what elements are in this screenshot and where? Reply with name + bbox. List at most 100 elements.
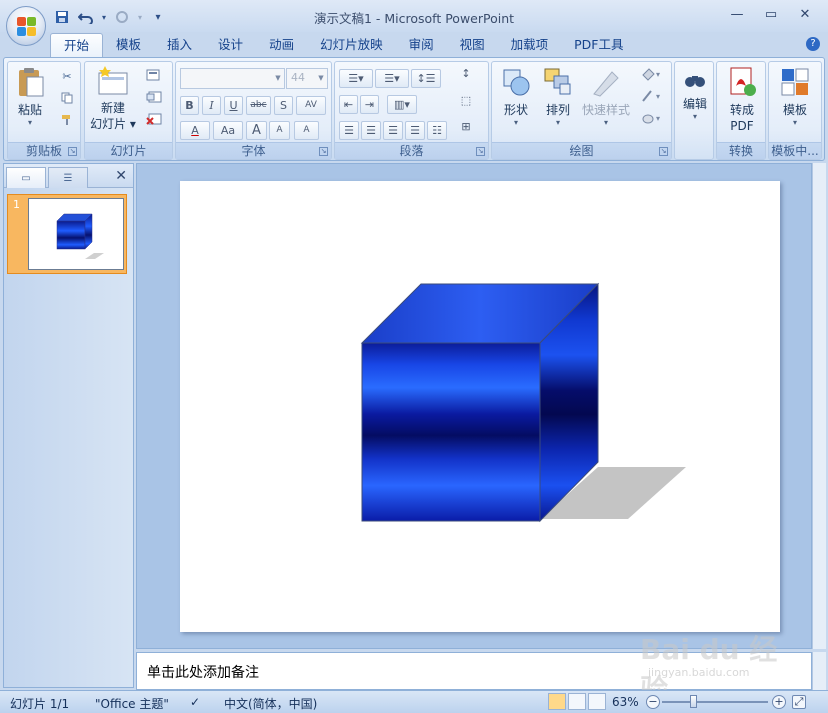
chevron-down-icon: ▼ <box>275 74 281 82</box>
zoom-level[interactable]: 63% <box>612 695 639 709</box>
dropdown-arrow-icon: ▾ <box>603 118 608 127</box>
decrease-indent-icon[interactable]: ⇤ <box>339 95 358 114</box>
group-label-convert: 转换 <box>717 142 765 159</box>
italic-button[interactable]: I <box>202 96 221 115</box>
bold-button[interactable]: B <box>180 96 199 115</box>
ribbon: 粘贴 ▾ ✂ 剪贴板 ↘ 新建 幻灯片 ▾ 幻灯片 ▼ 44 ▼ B I U a… <box>3 57 825 161</box>
smartart-icon[interactable]: ⊞ <box>455 118 477 137</box>
font-size-value: 44 <box>291 71 305 84</box>
tab-slideshow[interactable]: 幻灯片放映 <box>307 33 396 57</box>
shape-outline-icon[interactable]: ▾ <box>638 88 666 104</box>
office-button[interactable] <box>6 6 46 46</box>
format-painter-icon[interactable] <box>58 112 76 128</box>
group-label-font: 字体 <box>176 142 331 159</box>
slide-thumbnail <box>28 198 124 270</box>
ribbon-tabs: 开始 模板 插入 设计 动画 幻灯片放映 审阅 视图 加载项 PDF工具 <box>50 33 637 57</box>
shape-fill-icon[interactable]: ▾ <box>638 66 666 82</box>
increase-indent-icon[interactable]: ⇥ <box>360 95 379 114</box>
convert-pdf-button[interactable]: 转成 PDF <box>720 66 764 134</box>
line-spacing-icon[interactable]: ↕☰ <box>411 69 441 88</box>
zoom-slider-thumb[interactable] <box>690 695 698 708</box>
tab-pdf-tools[interactable]: PDF工具 <box>561 33 636 57</box>
tab-addins[interactable]: 加载项 <box>498 33 562 57</box>
shape-effects-icon[interactable]: ▾ <box>638 110 666 126</box>
dropdown-arrow-icon: ▾ <box>27 118 32 127</box>
restore-button[interactable]: ▭ <box>756 4 786 24</box>
minimize-button[interactable]: — <box>722 4 752 24</box>
zoom-out-icon[interactable]: − <box>646 695 660 709</box>
copy-icon[interactable] <box>58 90 76 106</box>
cut-icon[interactable]: ✂ <box>58 68 76 84</box>
numbering-icon[interactable]: ☰▾ <box>375 69 409 88</box>
dialog-launcher-icon[interactable]: ↘ <box>68 147 77 156</box>
tab-review[interactable]: 审阅 <box>396 33 447 57</box>
dialog-launcher-icon[interactable]: ↘ <box>476 147 485 156</box>
zoom-slider[interactable] <box>662 695 768 708</box>
distributed-icon[interactable]: ☷ <box>427 121 447 140</box>
window-title: 演示文稿1 - Microsoft PowerPoint <box>313 11 515 26</box>
paste-button[interactable]: 粘贴 ▾ <box>12 66 48 128</box>
help-icon[interactable]: ? <box>806 37 820 51</box>
quick-styles-button[interactable]: 快速样式 ▾ <box>580 66 632 128</box>
pane-tabs: ▭ ☰ ✕ <box>4 164 133 188</box>
shapes-button[interactable]: 形状 ▾ <box>496 66 536 128</box>
char-spacing-button[interactable]: AV <box>296 96 326 115</box>
clear-formatting-button[interactable]: A <box>294 121 319 140</box>
cube-shape[interactable] <box>180 181 780 632</box>
tab-insert[interactable]: 插入 <box>154 33 205 57</box>
vertical-scrollbar[interactable] <box>812 163 826 649</box>
spell-check-icon[interactable]: ✓ <box>190 695 200 709</box>
change-case-button[interactable]: Aa <box>213 121 243 140</box>
tab-design[interactable]: 设计 <box>205 33 256 57</box>
tab-animation[interactable]: 动画 <box>256 33 307 57</box>
close-icon[interactable]: ✕ <box>115 168 127 184</box>
close-button[interactable]: ✕ <box>790 4 820 24</box>
font-color-button[interactable]: A <box>180 121 210 140</box>
columns-icon[interactable]: ▥▾ <box>387 95 417 114</box>
slideshow-view-icon[interactable] <box>588 693 606 710</box>
dialog-launcher-icon[interactable]: ↘ <box>319 147 328 156</box>
notes-scrollbar[interactable] <box>812 652 826 690</box>
normal-view-icon[interactable] <box>548 693 566 710</box>
fit-window-icon[interactable]: ⤢ <box>792 695 806 709</box>
layout-icon[interactable] <box>142 67 166 83</box>
slides-tab-icon[interactable]: ▭ <box>6 167 46 188</box>
reset-slide-icon[interactable] <box>142 89 166 105</box>
slide-canvas[interactable] <box>180 181 780 632</box>
dialog-launcher-icon[interactable]: ↘ <box>659 147 668 156</box>
font-name-combo[interactable]: ▼ <box>180 68 285 89</box>
theme-name: "Office 主题" <box>95 697 169 711</box>
shrink-font-button[interactable]: A <box>269 121 290 140</box>
outline-tab-icon[interactable]: ☰ <box>48 167 88 188</box>
group-editing[interactable]: 编辑 ▾ <box>674 61 714 160</box>
align-text-icon[interactable]: ⬚ <box>455 92 477 111</box>
shadow-button[interactable]: S <box>274 96 293 115</box>
arrange-button[interactable]: 排列 ▾ <box>538 66 578 128</box>
new-slide-button[interactable]: 新建 幻灯片 ▾ <box>89 66 137 132</box>
slide-thumbnail-item[interactable]: 1 <box>7 194 127 274</box>
tab-view[interactable]: 视图 <box>447 33 498 57</box>
slides-pane: ▭ ☰ ✕ 1 <box>3 163 134 688</box>
strikethrough-button[interactable]: abc <box>246 96 271 115</box>
font-size-combo[interactable]: 44 ▼ <box>286 68 328 89</box>
zoom-in-icon[interactable]: + <box>772 695 786 709</box>
text-direction-icon[interactable]: ↕ <box>455 65 477 84</box>
align-left-icon[interactable]: ☰ <box>339 121 359 140</box>
bullets-icon[interactable]: ☰▾ <box>339 69 373 88</box>
tab-template[interactable]: 模板 <box>103 33 154 57</box>
template-button[interactable]: 模板 ▾ <box>772 66 818 128</box>
dropdown-arrow-icon: ▾ <box>692 112 697 121</box>
template-label: 模板 <box>782 103 807 117</box>
group-slides: 新建 幻灯片 ▾ 幻灯片 <box>84 61 173 160</box>
slide-sorter-view-icon[interactable] <box>568 693 586 710</box>
underline-button[interactable]: U <box>224 96 243 115</box>
notes-placeholder[interactable]: 单击此处添加备注 <box>147 662 259 682</box>
align-center-icon[interactable]: ☰ <box>361 121 381 140</box>
delete-slide-icon[interactable] <box>142 111 166 127</box>
editing-button[interactable]: 编辑 ▾ <box>677 68 713 122</box>
baidu-watermark: Bai du 经验 jingyan.baidu.com <box>640 628 780 706</box>
justify-icon[interactable]: ☰ <box>405 121 425 140</box>
align-right-icon[interactable]: ☰ <box>383 121 403 140</box>
tab-home[interactable]: 开始 <box>50 33 104 57</box>
grow-font-button[interactable]: A <box>246 121 267 140</box>
